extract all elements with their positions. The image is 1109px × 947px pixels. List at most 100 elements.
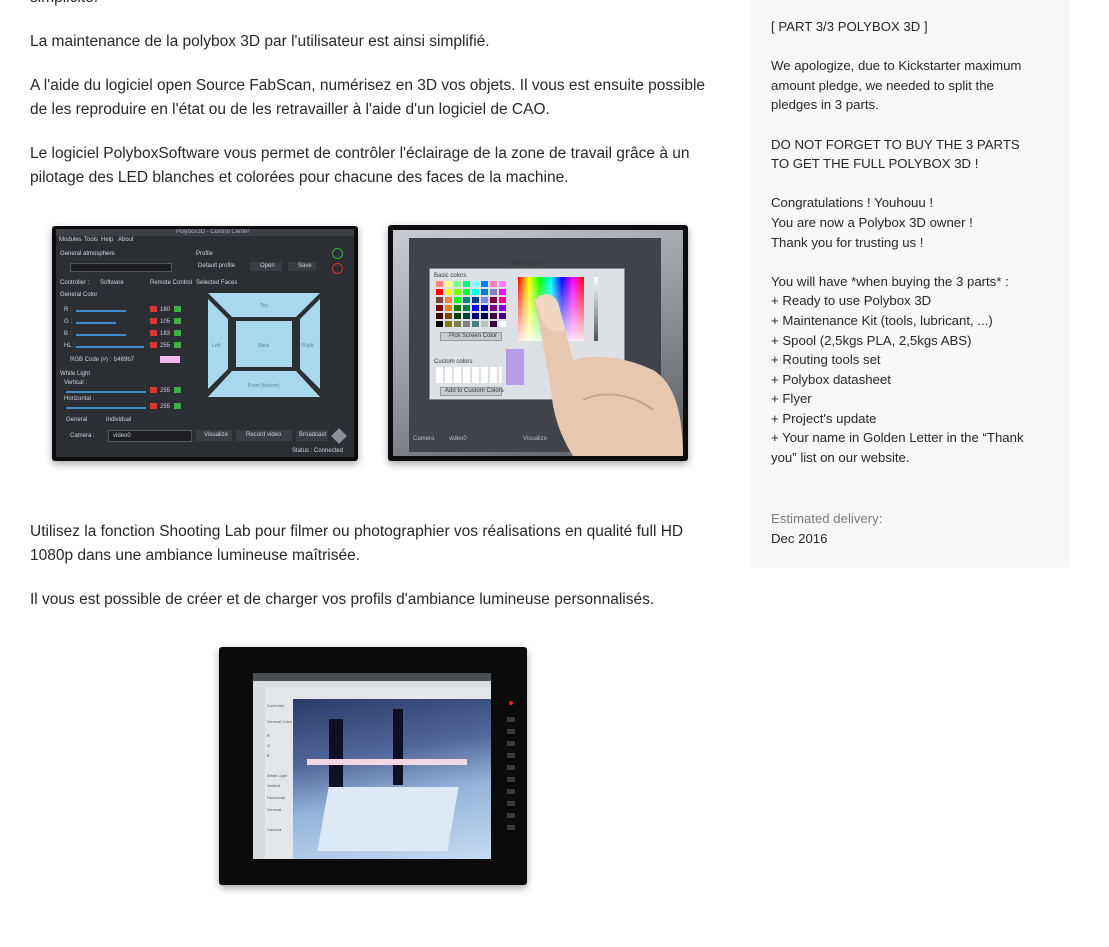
rgb-code-value: b469b7	[114, 357, 135, 363]
basic-color-swatch	[490, 313, 497, 319]
basic-colors-label: Basic colors	[434, 273, 467, 279]
rgb-code-label: RGB Code (#) :	[70, 357, 112, 363]
selected-faces-label: Selected Faces	[196, 280, 238, 286]
reward-line: + Routing tools set	[771, 352, 881, 368]
basic-color-swatch	[463, 305, 470, 311]
plus-icon	[174, 342, 181, 348]
basic-color-swatch	[499, 305, 506, 311]
default-profile-label: Default profile	[198, 263, 236, 269]
basic-color-swatch	[463, 289, 470, 295]
plus-icon	[174, 318, 181, 324]
reward-description: [ PART 3/3 POLYBOX 3D ] We apologize, du…	[771, 17, 1061, 468]
basic-color-swatch	[499, 313, 506, 319]
tablet-side-panel: Controller General Color R G B White Lig…	[267, 703, 292, 832]
paragraph-maintenance: La maintenance de la polybox 3D par l'ut…	[30, 33, 490, 50]
plus-icon	[174, 306, 181, 312]
face-right-label: Right	[302, 343, 314, 349]
general-option: General	[66, 417, 88, 423]
minus-icon	[150, 387, 157, 393]
reward-line: + Project's update	[771, 410, 877, 426]
power-off-icon	[332, 263, 343, 274]
basic-color-swatch	[472, 313, 479, 319]
basic-color-swatch	[454, 297, 461, 303]
camera-value-2: video0	[449, 436, 467, 442]
vertical-value: 255	[160, 388, 171, 394]
reward-line: + Maintenance Kit (tools, lubricant, ...…	[771, 312, 993, 328]
channel-r-slider	[76, 310, 126, 312]
basic-color-swatch	[436, 289, 443, 295]
basic-color-swatch	[472, 321, 479, 327]
reward-line: + Your name in Golden Letter in the “Tha…	[771, 430, 1024, 446]
basic-color-swatch	[472, 297, 479, 303]
camera-feed	[293, 699, 491, 859]
basic-color-swatch	[436, 305, 443, 311]
white-light-label: White Light	[60, 371, 91, 377]
channel-hl-label: HL :	[64, 343, 75, 349]
spacer-line	[771, 174, 1061, 194]
minus-icon	[150, 330, 157, 336]
basic-color-swatch	[490, 297, 497, 303]
menu-modules: Modules	[59, 237, 82, 243]
visualize-button: Visualize	[196, 430, 232, 441]
reward-line: We apologize, due to Kickstarter maximum	[771, 58, 1022, 74]
faces-diagram: Top Left Back Right Front (bottom)	[208, 293, 320, 397]
power-led-icon	[509, 701, 513, 705]
menu-help: Help	[101, 237, 114, 243]
reward-line: + Polybox datasheet	[771, 371, 891, 387]
plus-icon	[174, 330, 181, 336]
control-center-screenshot: Polybox3D - Control Center Modules Tools…	[52, 226, 358, 461]
reward-line: + Flyer	[771, 391, 812, 407]
reward-line: [ PART 3/3 POLYBOX 3D ]	[771, 19, 928, 34]
color-swatch	[160, 356, 180, 363]
basic-color-swatch	[499, 321, 506, 327]
camera-dropdown: video0	[108, 430, 192, 442]
individual-option: Individual	[106, 417, 132, 423]
basic-color-swatch	[463, 281, 470, 287]
custom-colors-swatches	[436, 367, 502, 383]
reward-line: amount pledge, we needed to split the	[771, 77, 994, 93]
tablet-side-buttons	[507, 717, 515, 837]
basic-color-swatch	[436, 281, 443, 287]
basic-color-swatch	[454, 321, 461, 327]
channel-b-slider	[76, 334, 126, 336]
hand-image	[535, 294, 683, 456]
channel-b-label: B :	[64, 331, 72, 337]
light-strip	[307, 759, 467, 765]
minus-icon	[150, 306, 157, 312]
shooting-lab-photo: Controller General Color R G B White Lig…	[219, 647, 527, 885]
vertical-label: Vertical :	[64, 380, 88, 386]
channel-g-value: 105	[160, 319, 171, 325]
basic-color-swatch	[499, 289, 506, 295]
reward-line: + Spool (2,5kgs PLA, 2,5kgs ABS)	[771, 332, 972, 348]
basic-color-swatch	[490, 321, 497, 327]
basic-color-swatch	[490, 289, 497, 295]
channel-r-value: 180	[160, 307, 171, 313]
face-top-label: Top	[260, 303, 268, 309]
open-button: Open	[250, 262, 282, 271]
horizontal-label: Horizontal :	[64, 396, 95, 402]
machine-frame-center	[393, 709, 403, 785]
reward-line: + Ready to use Polybox 3D	[771, 293, 932, 309]
basic-color-swatch	[445, 313, 452, 319]
menu-bar: Modules Tools Help About	[56, 237, 354, 245]
basic-color-swatch	[463, 321, 470, 327]
channel-b-value: 183	[160, 331, 171, 337]
face-left-label: Left	[212, 343, 221, 349]
basic-color-swatch	[481, 313, 488, 319]
reward-line: TO GET THE FULL POLYBOX 3D !	[771, 156, 979, 172]
basic-color-swatch	[481, 305, 488, 311]
reward-line: Congratulations ! Youhouu !	[771, 195, 934, 211]
basic-color-swatch	[436, 297, 443, 303]
build-plate	[317, 787, 459, 851]
reward-sidebar: [ PART 3/3 POLYBOX 3D ] We apologize, du…	[751, 0, 1069, 568]
reward-line: you” list on our website.	[771, 450, 910, 466]
minus-icon	[150, 403, 157, 409]
horizontal-slider	[66, 407, 146, 409]
basic-color-swatch	[463, 313, 470, 319]
basic-color-swatch	[490, 305, 497, 311]
general-color-label: General Color	[60, 292, 98, 298]
spacer-line	[771, 37, 1061, 57]
basic-color-swatch	[463, 297, 470, 303]
basic-color-swatch	[472, 289, 479, 295]
color-picker-photo: Select Color Basic colors Pick Screen Co…	[388, 225, 688, 461]
